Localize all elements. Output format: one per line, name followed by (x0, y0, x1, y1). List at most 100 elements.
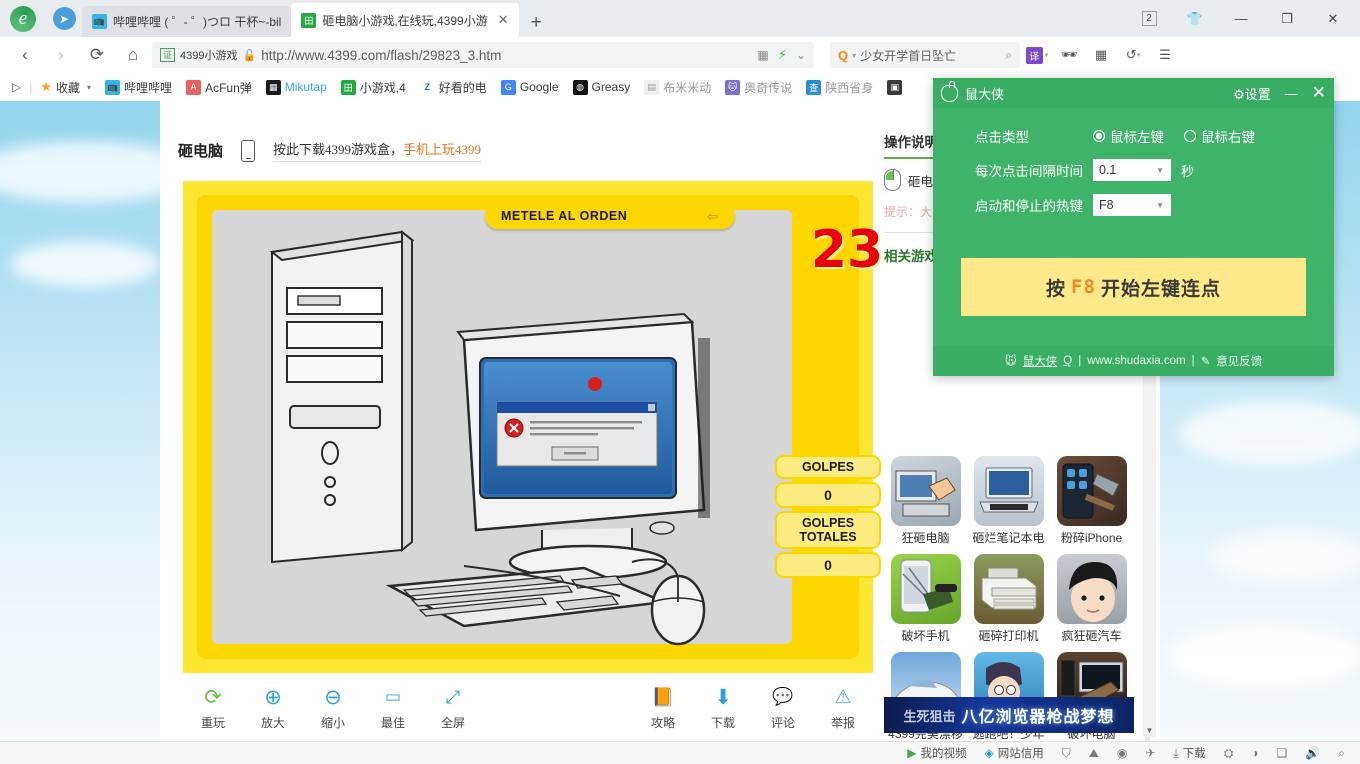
search-icon[interactable]: Q (1063, 355, 1072, 367)
hotkey-row: 启动和停止的热键 F8 ▼ (975, 194, 1334, 216)
forward-button[interactable]: › (44, 40, 78, 70)
chevron-down-icon[interactable]: ▾ (852, 51, 856, 60)
start-clicking-button[interactable]: 按 F8 开始左键连点 (961, 258, 1306, 316)
status-image[interactable]: ⛰ (1080, 742, 1108, 764)
bookmark-item[interactable]: ▤ 布米米动 (638, 76, 717, 98)
zoom-out-button[interactable]: ⊖ 缩小 (303, 683, 363, 731)
close-button[interactable]: ✕ (1310, 4, 1356, 34)
best-fit-button[interactable]: ▭ 最佳 (363, 683, 423, 731)
ad-right-text: 八亿浏览器枪战梦想 (961, 709, 1115, 726)
bookmark-item[interactable]: ▣ (881, 76, 908, 98)
radio-left-click[interactable]: 鼠标左键 (1093, 126, 1164, 146)
status-search[interactable]: ⌕ (1329, 742, 1354, 764)
list-item[interactable]: 砸烂笔记本电 (967, 456, 1050, 546)
bookmark-overflow-icon[interactable]: ▷ (6, 80, 27, 94)
replay-button[interactable]: ⟳ 重玩 (183, 683, 243, 731)
settings-button[interactable]: ⚙设置 (1233, 84, 1271, 103)
game-canvas[interactable] (210, 208, 794, 646)
download-button[interactable]: ⬇ 下载 (693, 683, 753, 731)
zoom-in-button[interactable]: ⊕ 放大 (243, 683, 303, 731)
navigator-icon[interactable]: ➤ (46, 0, 82, 37)
minimize-button[interactable]: — (1285, 86, 1298, 101)
tool-label: 评论 (770, 716, 795, 730)
list-item[interactable]: 砸碎打印机 (967, 554, 1050, 644)
mouse-icon (941, 80, 958, 102)
ad-banner[interactable]: 生死狙击 八亿浏览器枪战梦想 (884, 697, 1134, 733)
bookmark-item[interactable]: A AcFun弹 (180, 76, 258, 98)
bookmark-favorites[interactable]: ★ 收藏 ▾ (34, 76, 97, 98)
footer-url[interactable]: www.shudaxia.com (1087, 355, 1185, 367)
bookmark-item[interactable]: ▦ Mikutap (260, 76, 333, 98)
mouse-tool-window[interactable]: 鼠大侠 ⚙设置 — ✕ 点击类型 鼠标左键 鼠标右键 每次点击间隔时间 0.1 … (933, 78, 1334, 376)
comment-button[interactable]: 💬 评论 (753, 683, 813, 731)
status-speed[interactable]: ◉ (1108, 742, 1136, 764)
footer-brand[interactable]: 鼠大侠 (1023, 353, 1058, 369)
bookmark-item[interactable]: Z 好看的电 (414, 76, 493, 98)
status-rocket[interactable]: ✈ (1136, 742, 1164, 764)
interval-select[interactable]: 0.1 ▼ (1093, 159, 1171, 181)
tab-strip: e ➤ 📺 哔哩哔哩 ( ゜- ゜)つロ 干杯~-bil 田 砸电脑小游戏,在线… (0, 0, 1360, 37)
report-button[interactable]: ⚠ 举报 (813, 683, 873, 731)
guide-button[interactable]: 📙 攻略 (633, 683, 693, 731)
new-tab-button[interactable]: + (519, 12, 554, 37)
list-item[interactable]: 狂砸电脑 (884, 456, 967, 546)
home-button[interactable]: ⌂ (116, 40, 150, 70)
shirt-icon[interactable]: 👕 (1172, 4, 1218, 34)
bookmark-item[interactable]: 查 陕西省身 (800, 76, 879, 98)
list-item[interactable]: 破坏手机 (884, 554, 967, 644)
status-site-credit[interactable]: ◈ 网站信用 (975, 742, 1052, 764)
settings-label: 设置 (1244, 86, 1271, 102)
tool-label: 重玩 (200, 716, 225, 730)
close-button[interactable]: ✕ (1312, 84, 1326, 101)
status-download[interactable]: ⤓ 下载 (1164, 742, 1214, 764)
url-input[interactable]: 证 4399小游戏 🔓 http://www.4399.com/flash/29… (152, 42, 814, 68)
bookmark-item[interactable]: G Google (495, 76, 565, 98)
skin-icon[interactable]: 🕶 (1054, 41, 1084, 69)
status-my-videos[interactable]: ▶ 我的视频 (898, 742, 975, 764)
hotkey-select[interactable]: F8 ▼ (1093, 194, 1171, 216)
zhihu-icon: Z (419, 79, 435, 95)
game-label: 砸烂笔记本电 (972, 531, 1045, 545)
status-window[interactable]: ❏ (1268, 742, 1297, 764)
history-icon[interactable]: ↺ ▾ (1118, 41, 1148, 69)
bookmark-item[interactable]: 🐱 奥奇传说 (719, 76, 798, 98)
footer-feedback[interactable]: 意见反馈 (1216, 353, 1262, 369)
promo-link[interactable]: 按此下载4399游戏盒，手机上玩4399 (273, 139, 482, 162)
status-shape[interactable]: ◑ (1242, 742, 1267, 764)
radio-right-click[interactable]: 鼠标右键 (1184, 126, 1255, 146)
bookmark-item[interactable]: 📺 哔哩哔哩 (99, 76, 178, 98)
game-stage[interactable]: METELE AL ORDEN ⇦ 23 GOLPES 0 GOLPES TOT… (183, 181, 883, 673)
search-input[interactable]: Q ▾ 少女开学首日坠亡 ⌕ (830, 42, 1020, 68)
tab-4399[interactable]: 田 砸电脑小游戏,在线玩,4399小游 ✕ (291, 3, 519, 37)
grid-icon[interactable]: ▦ (757, 48, 768, 62)
apps-icon[interactable]: ▦ (1086, 41, 1116, 69)
ie-logo-icon: e (10, 5, 36, 32)
tab-count-badge[interactable]: 2 (1126, 4, 1172, 34)
feedback-icon: ✎ (1200, 356, 1211, 368)
list-item[interactable]: 粉碎iPhone (1050, 456, 1133, 546)
bolt-icon[interactable]: ⚡ (778, 47, 787, 63)
bookmark-item[interactable]: ◍ Greasy (567, 76, 637, 98)
status-sound[interactable]: 🔊 (1296, 742, 1329, 764)
mouse-tool-titlebar[interactable]: 鼠大侠 ⚙设置 — ✕ (933, 78, 1334, 108)
close-icon[interactable]: ✕ (498, 12, 509, 28)
restore-button[interactable]: ❐ (1264, 4, 1310, 34)
list-item[interactable]: 疯狂砸汽车 (1050, 554, 1133, 644)
chevron-down-icon[interactable]: ⌄ (796, 48, 806, 62)
fullscreen-button[interactable]: ⤢ 全屏 (423, 683, 483, 731)
status-label: 下载 (1182, 748, 1206, 760)
status-noads[interactable]: ⛭ (1215, 742, 1243, 764)
browser-logo: e (0, 0, 46, 37)
tab-bilibili[interactable]: 📺 哔哩哔哩 ( ゜- ゜)つロ 干杯~-bil (82, 6, 292, 37)
reload-button[interactable]: ⟳ (80, 40, 114, 70)
search-icon[interactable]: ⌕ (1005, 48, 1012, 63)
fullscreen-icon: ⤢ (445, 686, 461, 707)
back-button[interactable]: ‹ (8, 40, 42, 70)
bookmark-item[interactable]: 田 小游戏,4 (335, 76, 412, 98)
chevron-down-icon: ▼ (1156, 165, 1164, 175)
translate-button[interactable]: 译 ▾ (1022, 41, 1052, 69)
status-shield[interactable]: ⛉ (1053, 742, 1080, 764)
scroll-down-icon[interactable]: ▼ (1143, 724, 1156, 737)
minimize-button[interactable]: — (1218, 4, 1264, 34)
menu-icon[interactable]: ☰ (1150, 41, 1180, 69)
